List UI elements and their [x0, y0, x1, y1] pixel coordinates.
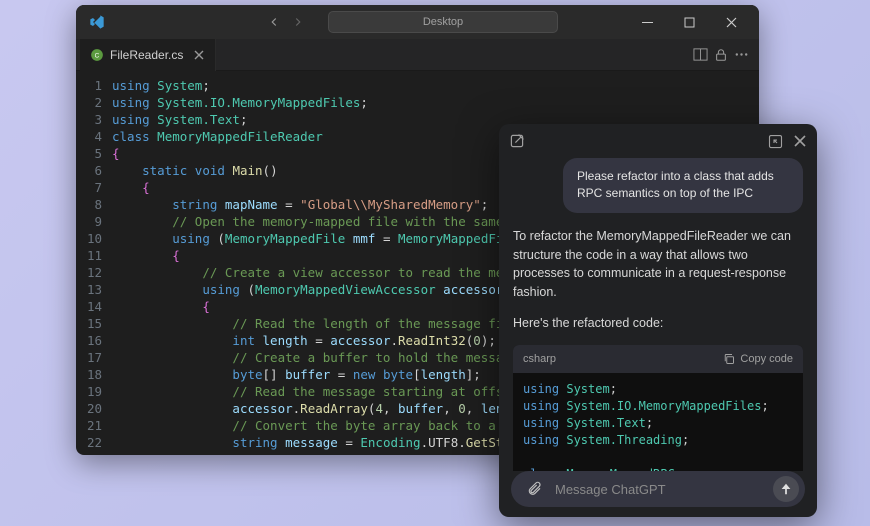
- attach-button[interactable]: [521, 476, 547, 502]
- copy-code-button[interactable]: Copy code: [723, 353, 793, 365]
- user-message-bubble: Please refactor into a class that adds R…: [563, 158, 803, 213]
- more-actions-icon[interactable]: [734, 47, 749, 62]
- chat-header: [499, 124, 817, 158]
- split-editor-icon[interactable]: [693, 47, 708, 62]
- line-number-gutter: 12345678910111213141516171819202122: [76, 77, 112, 455]
- lock-icon[interactable]: [714, 47, 728, 62]
- code-block-header: csharp Copy code: [513, 345, 803, 373]
- close-button[interactable]: [711, 8, 751, 36]
- close-chat-icon[interactable]: [793, 134, 807, 149]
- tab-filereader[interactable]: C FileReader.cs: [80, 39, 216, 71]
- minimize-button[interactable]: [627, 8, 667, 36]
- tab-close-icon[interactable]: [193, 49, 205, 61]
- tab-filename: FileReader.cs: [110, 48, 183, 62]
- copy-code-label: Copy code: [740, 353, 793, 365]
- chat-text-input[interactable]: [555, 482, 765, 497]
- new-chat-icon[interactable]: [509, 133, 525, 149]
- vscode-logo-icon: [88, 13, 106, 31]
- chat-input-row: [499, 471, 817, 517]
- chat-body: Please refactor into a class that adds R…: [499, 158, 817, 471]
- code-language-label: csharp: [523, 353, 556, 365]
- expand-icon[interactable]: [768, 134, 783, 149]
- assistant-paragraph-1: To refactor the MemoryMappedFileReader w…: [513, 227, 803, 302]
- svg-text:C: C: [95, 52, 100, 59]
- search-label: Desktop: [423, 16, 463, 28]
- command-center-search[interactable]: Desktop: [328, 11, 558, 33]
- send-button[interactable]: [773, 476, 799, 502]
- nav-back-button[interactable]: [264, 12, 284, 32]
- maximize-button[interactable]: [669, 8, 709, 36]
- chat-input-container: [511, 471, 805, 507]
- code-block-body: using System;using System.IO.MemoryMappe…: [513, 373, 803, 471]
- tab-bar: C FileReader.cs: [76, 39, 759, 71]
- assistant-paragraph-2: Here's the refactored code:: [513, 314, 803, 333]
- titlebar: Desktop: [76, 5, 759, 39]
- nav-forward-button[interactable]: [288, 12, 308, 32]
- assistant-code-block: csharp Copy code using System;using Syst…: [513, 345, 803, 471]
- chat-panel: Please refactor into a class that adds R…: [499, 124, 817, 517]
- user-message-text: Please refactor into a class that adds R…: [577, 169, 774, 200]
- csharp-file-icon: C: [90, 48, 104, 62]
